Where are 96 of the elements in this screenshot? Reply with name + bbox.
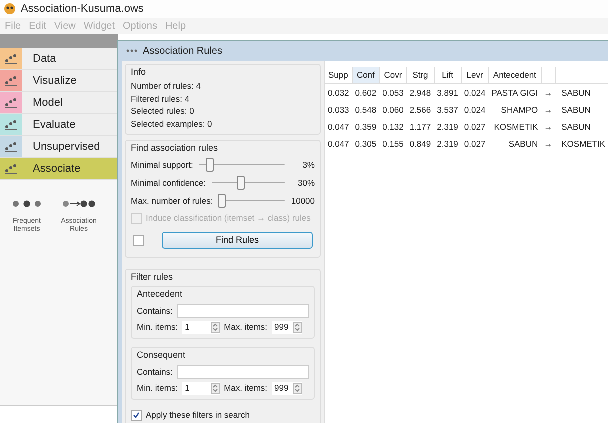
table-cell-text: 0.060 bbox=[382, 104, 405, 116]
table-cell-text: 0.155 bbox=[382, 138, 405, 150]
table-cell-text: SABUN bbox=[508, 138, 540, 150]
box-title: Find association rules bbox=[131, 142, 220, 152]
table-cell-text: 0.305 bbox=[354, 138, 378, 150]
info-text: Selected rules: 0 bbox=[131, 106, 196, 117]
column-header[interactable]: Supp bbox=[325, 67, 352, 84]
table-cell-text: 3.537 bbox=[436, 104, 460, 116]
table-cell-text: KOSMETIK bbox=[560, 138, 607, 150]
table-cell: 3.891 bbox=[434, 84, 462, 101]
slider-label: Minimal support: bbox=[131, 160, 194, 170]
slider-thumb[interactable] bbox=[237, 176, 246, 190]
table-cell: 0.024 bbox=[461, 84, 489, 101]
table-cell-text: 1.177 bbox=[408, 120, 432, 134]
table-cell-text: 0.047 bbox=[327, 120, 350, 134]
table-cell: 0.053 bbox=[380, 84, 407, 101]
category-icon bbox=[4, 118, 18, 130]
slider-value: 30% bbox=[296, 178, 315, 188]
category-item[interactable]: Evaluate bbox=[0, 114, 118, 136]
field-label: Min. items: bbox=[137, 383, 178, 393]
dialog-title: Association Rules bbox=[143, 46, 222, 56]
slider-thumb[interactable] bbox=[218, 194, 226, 208]
group-title: Consequent bbox=[137, 350, 187, 360]
spin-box[interactable]: 1 bbox=[182, 320, 220, 334]
box-title: Info bbox=[131, 67, 148, 77]
dots-icon[interactable] bbox=[12, 200, 42, 208]
window-title: Association-Kusuma.ows bbox=[21, 3, 144, 15]
table-cell: 0.602 bbox=[352, 84, 380, 101]
table-cell-text: SHAMPO bbox=[500, 104, 540, 116]
table-cell-text: 0.047 bbox=[327, 138, 350, 150]
checkbox-label: Induce classification (itemset → class) rules bbox=[146, 213, 311, 223]
table-cell: SABUN bbox=[556, 84, 608, 101]
field-label: Contains: bbox=[137, 366, 173, 376]
column-header[interactable]: Covr bbox=[380, 67, 407, 84]
table-cell-text: 0.548 bbox=[354, 104, 378, 116]
column-header[interactable]: Antecedent bbox=[488, 67, 542, 84]
table-cell-text: SABUN bbox=[560, 120, 592, 134]
info-text: Filtered rules: 4 bbox=[131, 94, 191, 104]
category-icon bbox=[4, 96, 18, 108]
contains-field[interactable] bbox=[176, 364, 309, 378]
table-cell-text: SABUN bbox=[560, 104, 592, 116]
table-cell-text: → bbox=[543, 104, 554, 116]
table-cell: → bbox=[541, 84, 556, 101]
table-cell-text: 0.027 bbox=[463, 138, 487, 150]
column-header[interactable]: Conf bbox=[352, 67, 380, 84]
table-cell-text: 2.566 bbox=[408, 104, 432, 116]
category-icon bbox=[4, 162, 18, 174]
category-item[interactable]: Model bbox=[0, 92, 118, 114]
table-cell-text: 2.319 bbox=[436, 120, 460, 134]
field-label: Max. items: bbox=[224, 322, 268, 332]
checkbox[interactable] bbox=[131, 410, 142, 420]
table-cell-text: 2.319 bbox=[436, 138, 460, 150]
category-item[interactable]: Data bbox=[0, 48, 118, 70]
widget-icon bbox=[126, 49, 138, 53]
table-cell: 0.032 bbox=[325, 84, 352, 101]
slider-label: Max. number of rules: bbox=[131, 196, 214, 206]
spin-box[interactable]: 999 bbox=[272, 382, 302, 394]
spin-box[interactable]: 1 bbox=[182, 382, 220, 394]
table-cell-text: → bbox=[543, 138, 554, 150]
slider-value: 10000 bbox=[291, 196, 315, 206]
category-item[interactable]: Unsupervised bbox=[0, 136, 118, 158]
column-header[interactable]: Strg bbox=[406, 67, 434, 84]
field-label: Contains: bbox=[137, 306, 173, 316]
column-header[interactable]: Levr bbox=[461, 67, 489, 84]
checkbox[interactable] bbox=[133, 234, 144, 246]
table-cell-text: 0.024 bbox=[463, 104, 487, 116]
find-rules-button[interactable]: Find Rules bbox=[162, 232, 313, 248]
category-icon bbox=[4, 140, 18, 152]
slider-value: 3% bbox=[302, 160, 315, 170]
field-label: Max. items: bbox=[224, 383, 268, 393]
table-cell: 2.948 bbox=[406, 84, 434, 101]
app-icon bbox=[4, 3, 16, 15]
field-label: Min. items: bbox=[137, 322, 178, 332]
table-cell-text: 0.359 bbox=[354, 120, 378, 134]
table-cell-text: KOSMETIK bbox=[493, 120, 540, 134]
category-icon bbox=[4, 52, 18, 64]
category-icon bbox=[4, 74, 18, 86]
category-item[interactable]: Associate bbox=[0, 158, 118, 180]
table-cell-text: 0.033 bbox=[327, 104, 350, 116]
group-title: Antecedent bbox=[137, 288, 184, 298]
table-cell-text: 0.132 bbox=[382, 120, 405, 134]
info-text: Number of rules: 4 bbox=[131, 81, 202, 92]
contains-field[interactable] bbox=[176, 304, 309, 318]
checkbox-label: Apply these filters in search bbox=[146, 410, 250, 420]
dots-arrow-icon[interactable] bbox=[62, 200, 96, 208]
slider-thumb[interactable] bbox=[206, 158, 214, 172]
box-title: Filter rules bbox=[131, 272, 174, 282]
info-text: Selected examples: 0 bbox=[131, 118, 214, 130]
table-cell: PASTA GIGI bbox=[488, 84, 542, 101]
slider-label: Minimal confidence: bbox=[131, 178, 206, 188]
table-cell-text: → bbox=[543, 120, 554, 134]
category-item[interactable]: Visualize bbox=[0, 70, 118, 92]
table-cell-text: 0.027 bbox=[463, 120, 487, 134]
table-cell-text: 0.849 bbox=[408, 138, 432, 150]
spin-box[interactable]: 999 bbox=[272, 320, 302, 334]
column-header[interactable]: Lift bbox=[434, 67, 462, 84]
